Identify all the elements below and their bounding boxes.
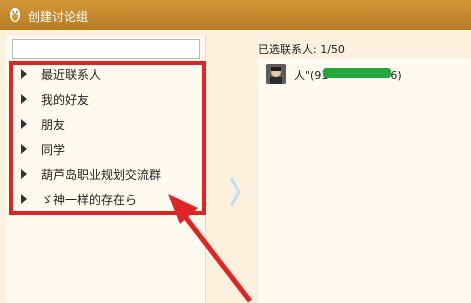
selected-count-label: 已选联系人: 1/50	[258, 43, 345, 56]
qq-penguin-icon	[10, 8, 20, 22]
avatar	[266, 64, 286, 84]
selected-contacts-panel: 人"(91 6)	[258, 58, 471, 303]
window-title: 创建讨论组	[28, 10, 89, 24]
search-input[interactable]	[12, 39, 200, 59]
annotation-arrow	[168, 194, 252, 303]
selected-contact-row[interactable]: 人"(91 6)	[262, 62, 468, 86]
window-titlebar[interactable]: 创建讨论组	[0, 0, 471, 30]
contact-name-suffix: 6)	[390, 69, 402, 82]
redaction-mark	[323, 68, 391, 78]
